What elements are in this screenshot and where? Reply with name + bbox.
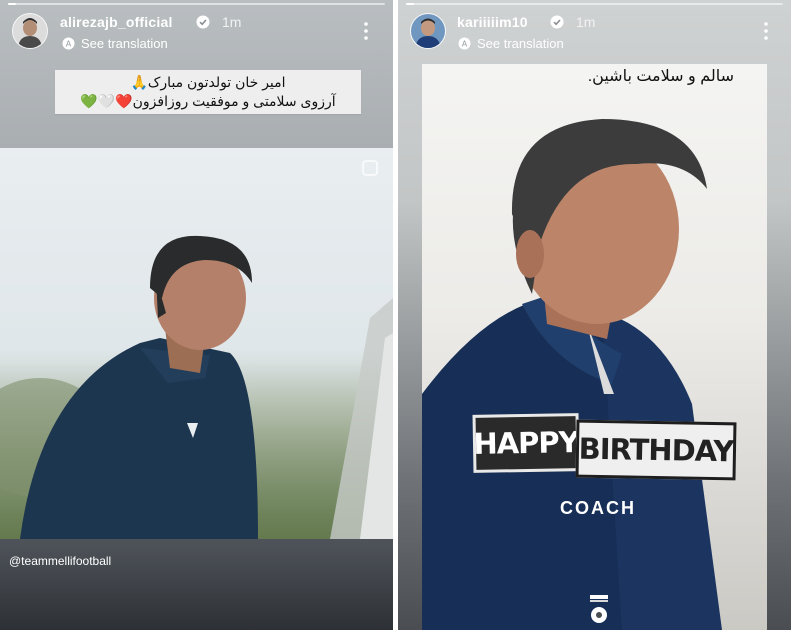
coach-label: COACH bbox=[560, 498, 636, 518]
translate-icon: A bbox=[62, 37, 75, 50]
story-left[interactable]: alirezajb_official 1m A See translation … bbox=[0, 0, 393, 630]
translate-icon: A bbox=[458, 37, 471, 50]
verified-badge-icon bbox=[196, 15, 210, 29]
birthday-banner: BIRTHDAY bbox=[575, 419, 737, 481]
avatar-photo bbox=[411, 14, 445, 48]
caption-line-1: امیر خان تولدتون مبارک🙏 bbox=[130, 74, 286, 90]
story-progress-fill bbox=[8, 3, 16, 5]
story-caption: امیر خان تولدتون مبارک🙏 آرزوی سلامتی و م… bbox=[55, 70, 361, 114]
caption-line-2: آرزوی سلامتی و موفقیت روزافزون❤️🤍💚 bbox=[80, 93, 336, 109]
story-progress-bar bbox=[406, 3, 783, 5]
post-time: 1m bbox=[222, 14, 242, 30]
save-icon[interactable] bbox=[362, 160, 378, 176]
story-progress-fill bbox=[406, 3, 414, 5]
post-time: 1m bbox=[576, 14, 596, 30]
username[interactable]: alirezajb_official bbox=[60, 14, 173, 30]
more-options-icon[interactable] bbox=[764, 22, 768, 40]
avatar-photo bbox=[13, 14, 47, 48]
story-photo: تولدتون مبارک امیر خان همیشه سالم و سلام… bbox=[422, 64, 767, 630]
see-translation-link[interactable]: See translation bbox=[81, 36, 168, 51]
more-options-icon[interactable] bbox=[364, 22, 368, 40]
avatar[interactable] bbox=[12, 13, 48, 49]
team-crest-icon bbox=[590, 595, 608, 623]
see-translation-link[interactable]: See translation bbox=[477, 36, 564, 51]
svg-text:A: A bbox=[462, 40, 468, 49]
coach-photo-illustration bbox=[0, 235, 393, 539]
username[interactable]: kariiiiim10 bbox=[457, 14, 528, 30]
story-photo bbox=[0, 148, 393, 539]
verified-badge-icon bbox=[550, 15, 564, 29]
happy-banner: HAPPY bbox=[472, 413, 580, 473]
coach-photo-illustration bbox=[422, 119, 722, 630]
svg-text:A: A bbox=[66, 40, 72, 49]
story-progress-bar bbox=[8, 3, 385, 5]
avatar[interactable] bbox=[410, 13, 446, 49]
mention-link[interactable]: @teammellifootball bbox=[9, 554, 111, 568]
story-caption: تولدتون مبارک امیر خان همیشه سالم و سلام… bbox=[587, 68, 734, 85]
story-right[interactable]: kariiiiim10 1m A See translation تولدتون… bbox=[398, 0, 791, 630]
